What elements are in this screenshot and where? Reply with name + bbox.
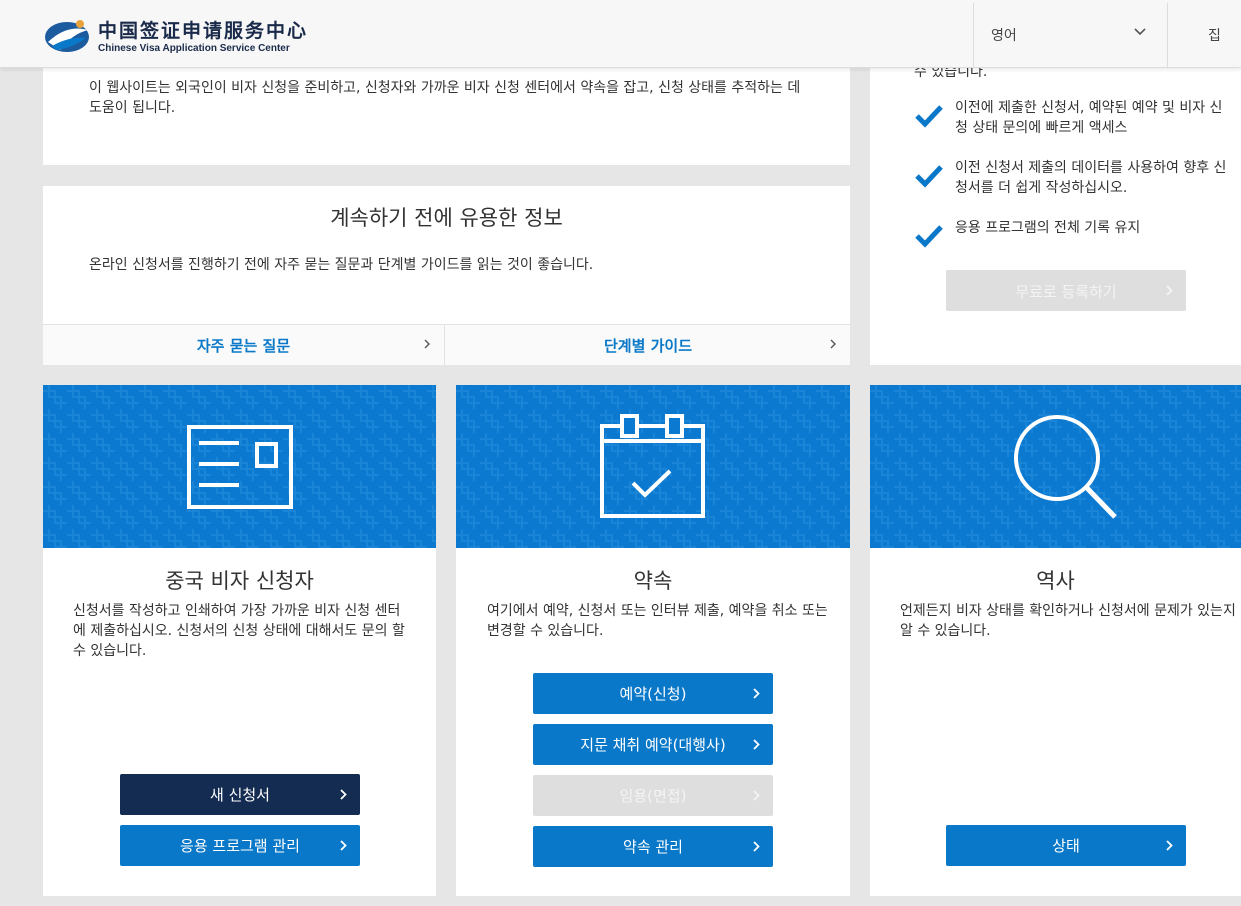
applicant-title: 중국 비자 신청자 [165,569,314,593]
step-guide-link[interactable]: 단계별 가이드 [446,325,850,365]
register-free-button-label: 무료로 등록하기 [1015,283,1117,301]
useful-info-card: 계속하기 전에 유용한 정보 온라인 신청서를 진행하기 전에 자주 묻는 질문… [43,186,850,365]
chevron-down-icon [1134,28,1146,36]
applicant-description: 신청서를 작성하고 인쇄하여 가장 가까운 비자 신청 센터에 제출하십시오. … [73,603,405,659]
intro-card: 이 웹사이트는 외국인이 비자 신청을 준비하고, 신청자와 가까운 비자 신청… [43,66,850,165]
checkmark-icon [915,105,943,128]
history-description: 언제든지 비자 상태를 확인하거나 신청서에 문제가 있는지 알 수 있습니다. [900,603,1236,639]
intro-text: 이 웹사이트는 외국인이 비자 신청을 준비하고, 신청자와 가까운 비자 신청… [89,80,801,116]
manage-appointments-button[interactable]: 약속 관리 [533,826,773,867]
benefit-text: 이전 신청서 제출의 데이터를 사용하여 향후 신청서를 더 쉽게 작성하십시오… [955,160,1227,196]
checkmark-icon [915,225,943,248]
appointment-banner [456,385,850,548]
site-logo[interactable]: 中国签证申请服务中心 Chinese Visa Application Serv… [42,14,306,56]
calendar-check-icon [600,414,705,518]
appointment-title: 약속 [633,569,673,593]
new-application-button[interactable]: 새 신청서 [120,774,360,815]
chevron-right-icon [340,840,347,851]
fingerprint-appointment-button-label: 지문 채취 예약(대행사) [580,736,726,754]
register-card: 수 있습니다. 이전에 제출한 신청서, 예약된 예약 및 비자 신청 상태 문… [870,64,1241,365]
fingerprint-appointment-button[interactable]: 지문 채취 예약(대행사) [533,724,773,765]
history-card: 역사 언제든지 비자 상태를 확인하거나 신청서에 문제가 있는지 알 수 있습… [870,385,1241,896]
benefit-text: 이전에 제출한 신청서, 예약된 예약 및 비자 신청 상태 문의에 빠르게 액… [955,100,1223,136]
chevron-right-icon [1166,285,1173,296]
chevron-right-icon [753,841,760,852]
status-button[interactable]: 상태 [946,825,1186,866]
application-form-icon [187,425,293,509]
chevron-right-icon [753,790,760,801]
chevron-right-icon [830,339,836,349]
checkmark-icon [915,165,943,188]
manage-applications-button-label: 응용 프로그램 관리 [180,837,300,855]
benefit-text: 응용 프로그램의 전체 기록 유지 [955,220,1141,236]
language-selector[interactable]: 영어 [973,3,1168,67]
book-appointment-button-label: 예약(신청) [619,685,687,703]
manage-applications-button[interactable]: 응용 프로그램 관리 [120,825,360,866]
logo-english-text: Chinese Visa Application Service Center [98,43,290,54]
chevron-right-icon [753,688,760,699]
appointment-description: 여기에서 예약, 신청서 또는 인터뷰 제출, 예약을 취소 또는 변경할 수 … [487,603,828,639]
manage-appointments-button-label: 약속 관리 [623,838,683,856]
applicant-card: 중국 비자 신청자 신청서를 작성하고 인쇄하여 가장 가까운 비자 신청 센터… [43,385,436,896]
useful-info-title: 계속하기 전에 유용한 정보 [330,206,563,230]
interview-appointment-button: 임용(면접) [533,775,773,816]
register-free-button[interactable]: 무료로 등록하기 [946,270,1186,311]
search-icon [1014,415,1117,519]
applicant-banner [43,385,436,548]
language-selected-value: 영어 [991,28,1017,44]
useful-info-links: 자주 묻는 질문 단계별 가이드 [43,324,850,365]
useful-info-text: 온라인 신청서를 진행하기 전에 자주 묻는 질문과 단계별 가이드를 읽는 것… [89,257,594,273]
logo-emblem-icon [45,20,89,52]
logo-chinese-text: 中国签证申请服务中心 [98,20,309,42]
chevron-right-icon [340,789,347,800]
history-title: 역사 [1036,569,1075,593]
chevron-right-icon [424,339,430,349]
book-appointment-button[interactable]: 예약(신청) [533,673,773,714]
chevron-right-icon [1166,840,1173,851]
chevron-right-icon [753,739,760,750]
faq-link[interactable]: 자주 묻는 질문 [43,325,445,365]
interview-appointment-button-label: 임용(면접) [619,787,687,805]
home-link[interactable]: 집 [1168,3,1241,67]
new-application-button-label: 새 신청서 [210,786,270,804]
step-guide-link-label: 단계별 가이드 [603,337,693,355]
history-banner [870,385,1241,548]
faq-link-label: 자주 묻는 질문 [196,337,291,355]
status-button-label: 상태 [1052,837,1080,855]
home-link-label: 집 [1208,28,1221,44]
appointment-card: 약속 여기에서 예약, 신청서 또는 인터뷰 제출, 예약을 취소 또는 변경할… [456,385,850,896]
site-header: 中国签证申请服务中心 Chinese Visa Application Serv… [0,0,1241,68]
